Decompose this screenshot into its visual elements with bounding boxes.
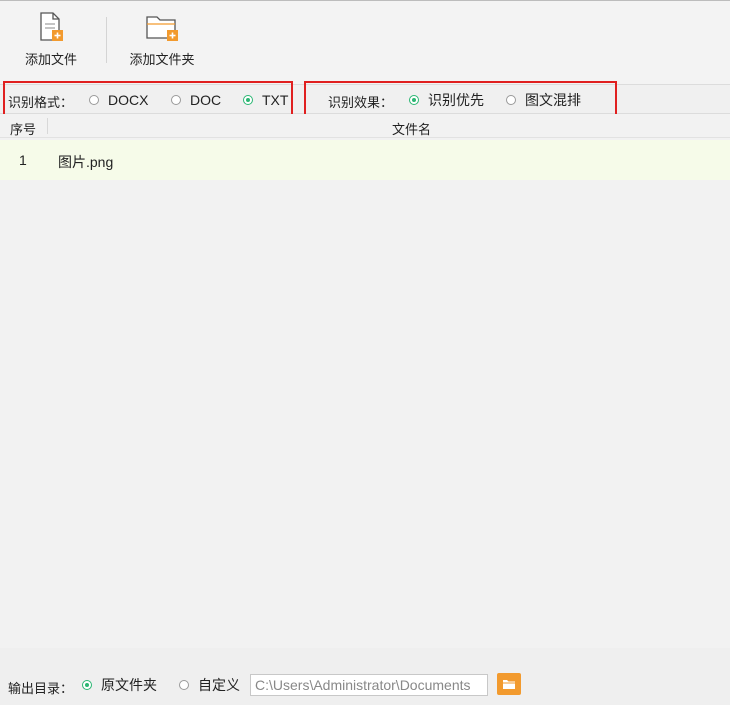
- format-radio-doc[interactable]: DOC: [171, 91, 221, 109]
- options-bar: 识别格式： DOCX DOC TXT 识别效果： 识别优先 图文混排: [0, 84, 730, 114]
- output-radio-original-folder[interactable]: 原文件夹: [82, 676, 157, 694]
- add-file-icon: [40, 12, 63, 41]
- effect-radio-recognition-first[interactable]: 识别优先: [409, 91, 484, 109]
- row-index: 1: [19, 152, 27, 168]
- toolbar: 添加文件 添加文件夹: [0, 0, 730, 84]
- output-option-label: 原文件夹: [101, 677, 157, 693]
- radio-circle-icon: [171, 95, 181, 105]
- output-radio-custom[interactable]: 自定义: [179, 676, 240, 694]
- radio-circle-icon: [179, 680, 189, 690]
- effect-label: 识别效果：: [328, 95, 394, 110]
- radio-checked-icon: [82, 680, 92, 690]
- browse-folder-button[interactable]: [497, 673, 521, 695]
- folder-icon: [503, 680, 515, 689]
- add-file-button[interactable]: 添加文件: [16, 11, 86, 73]
- output-label: 输出目录：: [8, 681, 74, 696]
- radio-circle-icon: [506, 95, 516, 105]
- format-label: 识别格式：: [8, 95, 74, 110]
- format-radio-txt[interactable]: TXT: [243, 91, 288, 109]
- column-separator: [47, 118, 48, 134]
- output-bar: 输出目录： 原文件夹 自定义: [0, 648, 730, 705]
- format-option-label: DOCX: [108, 92, 149, 108]
- radio-circle-icon: [89, 95, 99, 105]
- effect-option-label: 识别优先: [428, 92, 484, 108]
- effect-option-label: 图文混排: [525, 92, 581, 108]
- add-folder-label: 添加文件夹: [129, 52, 195, 67]
- add-file-label: 添加文件: [24, 52, 77, 67]
- format-option-label: TXT: [262, 92, 289, 108]
- effect-radio-mixed-layout[interactable]: 图文混排: [506, 91, 581, 109]
- format-option-label: DOC: [190, 92, 222, 108]
- table-row[interactable]: 1 图片.png: [0, 140, 730, 180]
- row-filename: 图片.png: [58, 154, 114, 170]
- output-option-label: 自定义: [198, 677, 240, 693]
- column-header-filename[interactable]: 文件名: [392, 119, 431, 138]
- add-folder-icon: [146, 16, 178, 41]
- radio-checked-icon: [243, 95, 253, 105]
- toolbar-separator: [106, 17, 107, 63]
- output-path-input[interactable]: [250, 674, 488, 696]
- column-header-index[interactable]: 序号: [10, 119, 36, 138]
- table-header: 序号 文件名: [0, 114, 730, 138]
- radio-checked-icon: [409, 95, 419, 105]
- format-radio-docx[interactable]: DOCX: [89, 91, 148, 109]
- add-folder-button[interactable]: 添加文件夹: [118, 11, 206, 73]
